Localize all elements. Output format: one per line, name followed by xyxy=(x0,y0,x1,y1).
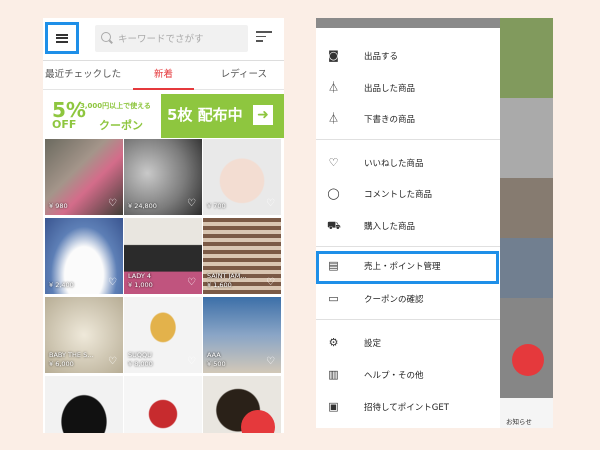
cart-icon: ⛟ xyxy=(327,219,341,232)
menu-item-label: ヘルプ・その他 xyxy=(364,371,424,381)
product-tile[interactable]: ¥ 2,400 xyxy=(45,218,123,294)
menu-item-sales-points[interactable]: ▤ 売上・ポイント管理 xyxy=(316,251,499,284)
tab-ladies[interactable]: レディース xyxy=(204,61,284,89)
product-tile[interactable] xyxy=(45,376,123,433)
hanger-icon: ⏃ xyxy=(328,81,339,94)
like-heart-icon[interactable] xyxy=(265,198,276,210)
banner-off: OFF xyxy=(52,118,77,131)
hanger-outline-icon: ⏃ xyxy=(328,112,339,125)
like-heart-icon[interactable] xyxy=(265,277,276,289)
product-tile[interactable]: ¥ 700 xyxy=(203,139,281,215)
product-price: ¥ 2,400 xyxy=(49,281,74,289)
like-heart-icon[interactable] xyxy=(186,356,197,368)
gear-icon: ⚙ xyxy=(328,336,339,349)
product-tile[interactable]: AAA ¥ 500 xyxy=(203,297,281,373)
coupon-banner[interactable]: 5% OFF 3,000円以上で使える クーポン 5枚 配布中 ➜ xyxy=(43,94,284,138)
hamburger-icon xyxy=(56,33,68,43)
menu-item-drafts[interactable]: ⏃ 下書きの商品 xyxy=(316,104,500,134)
search-icon xyxy=(101,32,111,42)
menu-item-label: 出品した商品 xyxy=(364,84,416,94)
banner-coupon: クーポン xyxy=(99,119,143,132)
menu-item-label: 設定 xyxy=(364,339,382,349)
notice-tab-label: お知らせ xyxy=(506,418,532,426)
like-heart-icon[interactable] xyxy=(107,356,118,368)
divider xyxy=(316,139,500,140)
menu-item-label: クーポンの確認 xyxy=(364,295,424,305)
product-price: ¥ 24,800 xyxy=(128,202,157,210)
product-tile[interactable] xyxy=(124,376,202,433)
product-price: ¥ 500 xyxy=(207,360,226,368)
menu-item-settings[interactable]: ⚙ 設定 xyxy=(316,328,500,358)
menu-item-label: 売上・ポイント管理 xyxy=(364,262,441,272)
product-tile[interactable]: SAINT JAM... ¥ 1,600 xyxy=(203,218,281,294)
app-header: キーワードでさがす xyxy=(43,18,284,61)
product-tile[interactable]: BABY THE S... ¥ 6,000 xyxy=(45,297,123,373)
like-heart-icon[interactable] xyxy=(265,356,276,368)
menu-item-help[interactable]: ▥ ヘルプ・その他 xyxy=(316,360,500,390)
like-heart-icon[interactable] xyxy=(107,198,118,210)
divider xyxy=(316,246,500,247)
search-filter-icon[interactable] xyxy=(256,31,272,45)
banner-distribution-text: 5枚 配布中 xyxy=(167,106,243,124)
camera-icon: ◙ xyxy=(328,49,339,62)
coupon-icon: ▭ xyxy=(328,292,339,305)
tab-new[interactable]: 新着 xyxy=(123,61,203,90)
product-price: ¥ 700 xyxy=(207,202,226,210)
search-placeholder: キーワードでさがす xyxy=(118,34,204,45)
product-name: AAA xyxy=(207,351,221,359)
like-heart-icon[interactable] xyxy=(186,198,197,210)
menu-item-label: コメントした商品 xyxy=(364,190,433,200)
menu-item-invite[interactable]: ▣ 招待してポイントGET xyxy=(316,392,500,422)
search-input[interactable]: キーワードでさがす xyxy=(95,25,248,52)
menu-item-commented[interactable]: ◯ コメントした商品 xyxy=(316,179,500,209)
product-price: ¥ 8,000 xyxy=(128,360,153,368)
product-tile[interactable]: ¥ 24,800 xyxy=(124,139,202,215)
product-tile[interactable]: LADY 4 ¥ 1,000 xyxy=(124,218,202,294)
menu-item-label: 招待してポイントGET xyxy=(364,403,449,413)
camera-button[interactable] xyxy=(512,344,544,376)
product-price: ¥ 6,000 xyxy=(49,360,74,368)
menu-button[interactable] xyxy=(45,22,79,54)
menu-item-sell[interactable]: ◙ 出品する xyxy=(316,41,500,71)
product-price: ¥ 1,000 xyxy=(128,281,153,289)
banner-condition: 3,000円以上で使える xyxy=(80,102,151,110)
drawer-header xyxy=(316,18,500,28)
product-name: BABY THE S... xyxy=(49,351,94,359)
like-heart-icon[interactable] xyxy=(107,277,118,289)
menu-item-listed-items[interactable]: ⏃ 出品した商品 xyxy=(316,73,500,103)
menu-item-liked[interactable]: ♡ いいねした商品 xyxy=(316,148,500,178)
divider xyxy=(316,319,500,320)
product-tile[interactable]: ¥ 980 xyxy=(45,139,123,215)
product-name: SUQQU xyxy=(128,351,152,359)
menu-item-coupons[interactable]: ▭ クーポンの確認 xyxy=(316,284,500,314)
product-tile[interactable]: SUQQU ¥ 8,000 xyxy=(124,297,202,373)
comment-icon: ◯ xyxy=(327,187,340,200)
tab-recently-checked[interactable]: 最近チェックした xyxy=(43,61,123,89)
product-price: ¥ 1,600 xyxy=(207,281,232,289)
navigation-drawer: ◙ 出品する ⏃ 出品した商品 ⏃ 下書きの商品 ♡ いいねした商品 ◯ コメン… xyxy=(316,18,500,428)
drawer-screen: お知らせ ◙ 出品する ⏃ 出品した商品 ⏃ 下書きの商品 ♡ いいねした商品 … xyxy=(316,18,553,428)
invite-icon: ▣ xyxy=(328,400,339,413)
bottom-tab-notice[interactable]: お知らせ xyxy=(500,398,553,428)
menu-item-label: いいねした商品 xyxy=(364,159,424,169)
menu-item-label: 購入した商品 xyxy=(364,222,416,232)
book-icon: ▥ xyxy=(328,368,339,381)
heart-icon: ♡ xyxy=(328,156,339,169)
home-screen: キーワードでさがす 最近チェックした 新着 レディース 5% OFF 3,000… xyxy=(43,18,284,433)
menu-item-label: 下書きの商品 xyxy=(364,115,416,125)
arrow-right-icon: ➜ xyxy=(253,105,273,125)
menu-item-purchased[interactable]: ⛟ 購入した商品 xyxy=(316,211,500,241)
like-heart-icon[interactable] xyxy=(186,277,197,289)
wallet-icon: ▤ xyxy=(328,259,339,272)
menu-item-label: 出品する xyxy=(364,52,399,62)
category-tabs: 最近チェックした 新着 レディース xyxy=(43,61,284,90)
product-name: SAINT JAM... xyxy=(207,272,247,280)
product-name: LADY 4 xyxy=(128,272,152,280)
product-price: ¥ 980 xyxy=(49,202,68,210)
